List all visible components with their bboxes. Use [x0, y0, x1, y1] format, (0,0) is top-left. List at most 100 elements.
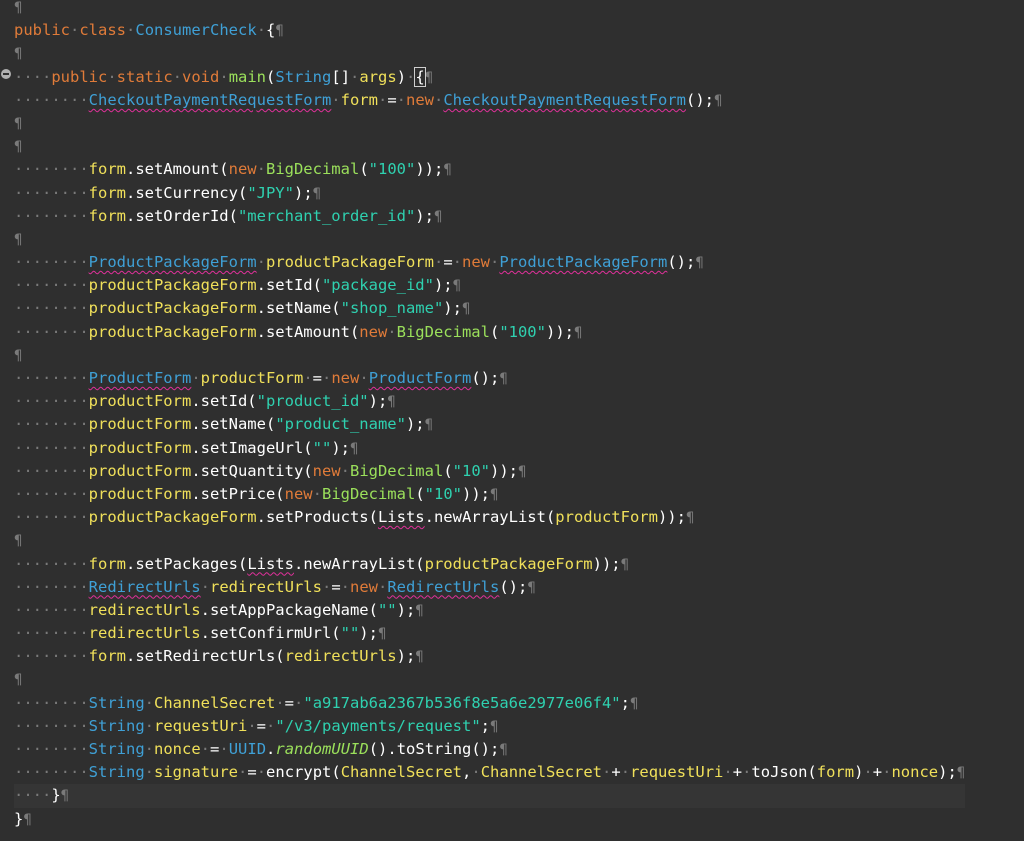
- code-token: toJson(: [751, 763, 817, 782]
- code-token: public: [51, 67, 108, 86]
- code-line[interactable]: ¶: [14, 112, 965, 135]
- code-line[interactable]: public·class·ConsumerCheck·{¶: [14, 19, 965, 42]
- code-token: ;: [620, 693, 630, 712]
- end-of-line-marker: ¶: [685, 510, 695, 527]
- code-token: =: [247, 763, 257, 782]
- code-token: ········: [14, 206, 89, 225]
- code-token: void: [182, 67, 220, 86]
- code-token: ·: [144, 693, 154, 712]
- code-line[interactable]: ········productForm.setPrice(new·BigDeci…: [14, 483, 965, 506]
- code-token: productPackageForm: [265, 253, 434, 272]
- code-token: ·: [144, 716, 154, 735]
- code-token: new: [406, 90, 434, 109]
- code-line[interactable]: ¶: [14, 0, 965, 19]
- code-token: ·: [452, 253, 462, 272]
- code-token: ·: [312, 484, 322, 503]
- code-line[interactable]: ········ProductPackageForm·productPackag…: [14, 251, 965, 274]
- code-token: +: [732, 763, 743, 782]
- end-of-line-marker: ¶: [60, 788, 70, 805]
- code-line[interactable]: ········form.setRedirectUrls(redirectUrl…: [14, 645, 965, 668]
- code-token: ·: [387, 322, 397, 341]
- code-line[interactable]: ¶: [14, 344, 965, 367]
- code-line[interactable]: ········productForm.setQuantity(new·BigD…: [14, 460, 965, 483]
- code-token: productForm: [200, 369, 304, 387]
- code-token: .setCurrency(: [125, 183, 248, 202]
- code-line[interactable]: ····public·static·void·main(String[]·arg…: [14, 66, 965, 89]
- code-token: ();: [499, 577, 528, 596]
- code-token: =: [256, 716, 267, 735]
- code-token: ProductForm: [88, 369, 192, 387]
- code-token: );: [396, 600, 416, 619]
- code-line[interactable]: ¶: [14, 529, 965, 552]
- code-token: main: [228, 67, 267, 86]
- code-line[interactable]: ········productPackageForm.setProducts(L…: [14, 506, 965, 529]
- code-line[interactable]: ¶: [14, 668, 965, 691]
- code-line[interactable]: ········productForm.setName("product_nam…: [14, 413, 965, 436]
- code-token: ·: [107, 67, 117, 86]
- code-token: ,: [462, 763, 472, 782]
- code-token: "product_id": [256, 392, 369, 411]
- code-token: .newArrayList(: [293, 554, 425, 573]
- code-line[interactable]: ········productPackageForm.setId("packag…: [14, 274, 965, 297]
- code-token: static: [116, 67, 173, 86]
- end-of-line-marker: ¶: [499, 742, 508, 758]
- code-line[interactable]: ········RedirectUrls·redirectUrls·=·new·…: [14, 576, 965, 599]
- end-of-line-marker: ¶: [14, 533, 23, 550]
- code-token: "JPY": [247, 183, 294, 202]
- code-token: ········: [14, 392, 89, 411]
- code-token: ········: [14, 90, 89, 109]
- collapse-method-icon[interactable]: [1, 69, 11, 79]
- code-token: ));: [415, 160, 444, 179]
- code-line[interactable]: ········form.setOrderId("merchant_order_…: [14, 205, 965, 228]
- code-line[interactable]: ········String·ChannelSecret·=·"a917ab6a…: [14, 692, 965, 715]
- code-line[interactable]: ········form.setPackages(Lists.newArrayL…: [14, 553, 965, 576]
- code-token: productForm: [88, 461, 192, 480]
- code-token: .setName(: [191, 415, 276, 434]
- code-token: ·: [350, 67, 360, 86]
- end-of-line-marker: ¶: [415, 602, 424, 619]
- code-line[interactable]: ········productForm.setId("product_id");…: [14, 390, 965, 413]
- code-token: new: [331, 369, 360, 387]
- code-token: public: [14, 21, 70, 40]
- code-editor[interactable]: ¶ public·class·ConsumerCheck·{¶ ¶ ····publi…: [0, 0, 1024, 841]
- end-of-line-marker: ¶: [387, 394, 396, 411]
- code-token: (: [415, 484, 425, 503]
- code-line[interactable]: ········String·nonce·=·UUID.randomUUID()…: [14, 738, 965, 761]
- end-of-line-marker: ¶: [620, 556, 630, 573]
- code-line[interactable]: ¶: [14, 42, 965, 65]
- code-token: ········: [14, 554, 89, 573]
- code-token: String: [275, 67, 332, 86]
- code-token: form: [88, 183, 126, 202]
- code-line[interactable]: ········ProductForm·productForm·=·new·Pr…: [14, 367, 965, 390]
- code-token: ·: [490, 253, 500, 272]
- code-token: "": [312, 438, 332, 457]
- code-token: ·: [219, 740, 229, 758]
- code-line[interactable]: ········String·signature·=·encrypt(Chann…: [14, 761, 965, 784]
- end-of-line-marker: ¶: [489, 486, 499, 503]
- code-token: signature: [154, 763, 238, 782]
- code-token: productPackageForm: [88, 299, 257, 318]
- code-line[interactable]: ········CheckoutPaymentRequestForm·form·…: [14, 89, 965, 112]
- code-token: ·: [321, 577, 332, 596]
- code-token: form: [88, 647, 126, 666]
- code-token: ProductPackageForm: [88, 253, 257, 272]
- code-token: nonce: [154, 740, 201, 758]
- end-of-line-marker: ¶: [695, 255, 704, 272]
- code-line[interactable]: ········form.setCurrency("JPY");¶: [14, 182, 965, 205]
- code-line[interactable]: ········form.setAmount(new·BigDecimal("1…: [14, 158, 965, 181]
- code-line[interactable]: ¶: [14, 228, 965, 251]
- code-line[interactable]: }¶: [14, 808, 965, 831]
- code-line[interactable]: ····}¶: [14, 784, 966, 808]
- code-line[interactable]: ········productPackageForm.setAmount(new…: [14, 321, 965, 344]
- code-line[interactable]: ¶: [14, 135, 965, 158]
- code-token: ·: [723, 763, 733, 782]
- code-line[interactable]: ········productPackageForm.setName("shop…: [14, 297, 965, 320]
- code-token: (: [266, 67, 276, 86]
- code-token: "10": [452, 461, 490, 480]
- code-token: ········: [14, 647, 89, 666]
- code-line[interactable]: ········productForm.setImageUrl("");¶: [14, 437, 965, 460]
- code-token: productForm: [88, 438, 192, 457]
- code-line[interactable]: ········redirectUrls.setConfirmUrl("");¶: [14, 622, 965, 645]
- code-line[interactable]: ········redirectUrls.setAppPackageName("…: [14, 599, 965, 622]
- code-line[interactable]: ········String·requestUri·=·"/v3/payment…: [14, 715, 965, 738]
